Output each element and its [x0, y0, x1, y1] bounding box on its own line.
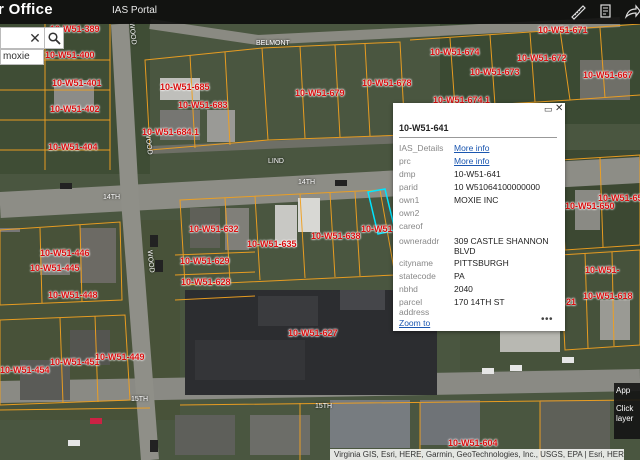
- parcel-label[interactable]: 10-W51-638: [311, 231, 361, 241]
- header-bar: r Office IAS Portal: [0, 0, 640, 24]
- attribute-key: dmp: [399, 169, 416, 179]
- parcel-label[interactable]: 10-W51-404: [48, 142, 98, 152]
- parcel-label[interactable]: 10-W51: [361, 224, 393, 234]
- attribute-value: PA: [454, 271, 465, 281]
- parcel-label[interactable]: 10-W51-618: [583, 291, 633, 301]
- attribute-key: owneraddr: [399, 236, 440, 246]
- attribute-key: prc: [399, 156, 411, 166]
- parcel-label[interactable]: 10-W51-628: [181, 277, 231, 287]
- parcel-label[interactable]: 10-W51-401: [52, 78, 102, 88]
- parcel-popup: ▭ ✕ 10-W51-641 IAS_Details More info prc…: [393, 103, 565, 331]
- street-label-belmont: BELMONT: [256, 40, 290, 47]
- attribute-key: own2: [399, 208, 420, 218]
- search-icon: [47, 31, 61, 45]
- attribute-value: 170 14TH ST: [454, 297, 505, 307]
- parcel-label[interactable]: 10-W51-: [585, 265, 620, 275]
- search-suggestion[interactable]: moxie: [0, 49, 44, 65]
- attribute-key: parid: [399, 182, 418, 192]
- zoom-to-link[interactable]: Zoom to: [399, 318, 430, 328]
- parcel-label[interactable]: 10-W51-445: [30, 263, 80, 273]
- street-label-14th-west: 14TH: [103, 194, 121, 201]
- parcel-label[interactable]: 10-W51-684.1: [142, 127, 199, 137]
- parcel-label[interactable]: 10-W51-604: [448, 438, 498, 448]
- parcel-label[interactable]: 10-W51-451: [50, 357, 100, 367]
- street-label-14th: 14TH: [298, 179, 316, 186]
- app-title: r Office: [0, 1, 53, 18]
- attribute-key: cityname: [399, 258, 434, 268]
- popup-header: [393, 103, 565, 115]
- parcel-label[interactable]: 10-W51-678: [362, 78, 412, 88]
- attribute-key: IAS_Details: [399, 143, 444, 153]
- prc-link[interactable]: More info: [454, 156, 554, 166]
- attribute-value: 309 CASTLE SHANNON BLVD: [454, 236, 549, 256]
- ias-details-link[interactable]: More info: [454, 143, 554, 153]
- attribute-value: 10-W51-641: [454, 169, 501, 179]
- attribute-key: parcel address: [399, 297, 430, 317]
- attribute-value: MOXIE INC: [454, 195, 499, 205]
- parcel-label[interactable]: 10-W51-632: [189, 224, 239, 234]
- parcel-label[interactable]: 10-W51-635: [247, 239, 297, 249]
- portal-title[interactable]: IAS Portal: [112, 5, 157, 16]
- more-actions-icon[interactable]: •••: [541, 314, 553, 325]
- parcel-label[interactable]: 10-W51-674: [430, 47, 480, 57]
- parcel-label[interactable]: 10-W51-629: [180, 256, 230, 266]
- parcel-label[interactable]: 10-W51-448: [48, 290, 98, 300]
- close-icon[interactable]: ✕: [555, 103, 563, 114]
- share-icon[interactable]: [622, 2, 640, 22]
- app-button[interactable]: App Click layer: [614, 383, 640, 439]
- parcel-label[interactable]: 10-W51-679: [295, 88, 345, 98]
- attribute-key: own1: [399, 195, 420, 205]
- measure-icon[interactable]: [568, 2, 588, 22]
- parcel-label[interactable]: 10-W51-449: [95, 352, 145, 362]
- parcel-label[interactable]: 21: [566, 297, 576, 307]
- attribute-value: PITTSBURGH: [454, 258, 509, 268]
- street-label-lind: LIND: [268, 158, 284, 165]
- street-label-15th-west: 15TH: [131, 396, 149, 403]
- parcel-label[interactable]: 10-W51-671: [538, 25, 588, 35]
- parcel-label[interactable]: 10-W51-454: [0, 365, 50, 375]
- app-button-line: Click: [616, 404, 634, 413]
- map-attribution: Virginia GIS, Esri, HERE, Garmin, GeoTec…: [330, 449, 624, 460]
- search-button[interactable]: [44, 27, 64, 49]
- parcel-label[interactable]: 10-W51-65: [598, 193, 640, 203]
- attribute-key: nbhd: [399, 284, 418, 294]
- popup-divider: [399, 137, 557, 138]
- parcel-label[interactable]: 10-W51-627: [288, 328, 338, 338]
- parcel-label[interactable]: 10-W51-400: [45, 50, 95, 60]
- parcel-label[interactable]: 10-W51-673: [470, 67, 520, 77]
- popup-title: 10-W51-641: [399, 123, 449, 133]
- maximize-icon[interactable]: ▭: [544, 104, 553, 115]
- clear-search-button[interactable]: ✕: [26, 27, 44, 49]
- print-icon[interactable]: [596, 2, 616, 22]
- parcel-label[interactable]: 10-W51-402: [50, 104, 100, 114]
- parcel-label[interactable]: 10-W51-685: [160, 82, 210, 92]
- attribute-key: careof: [399, 221, 423, 231]
- attribute-key: statecode: [399, 271, 436, 281]
- attribute-value: 2040: [454, 284, 473, 294]
- parcel-label[interactable]: 10-W51-446: [40, 248, 90, 258]
- app-button-line: App: [616, 386, 631, 395]
- parcel-label[interactable]: 10-W51-667: [583, 70, 633, 80]
- street-label-15th: 15TH: [315, 403, 333, 410]
- parcel-label[interactable]: 10-W51-683: [178, 100, 228, 110]
- app-button-line: layer: [616, 414, 634, 423]
- parcel-label[interactable]: 10-W51-672: [517, 53, 567, 63]
- attribute-value: 10 W51064100000000: [454, 182, 541, 192]
